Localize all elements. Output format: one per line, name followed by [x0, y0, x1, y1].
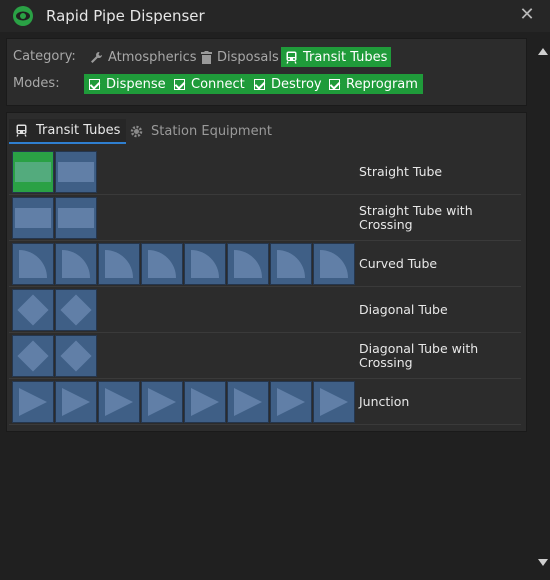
checkbox-icon [174, 78, 185, 90]
modes-label: Modes: [13, 76, 60, 91]
tube-preview[interactable] [270, 381, 312, 423]
checkbox-icon [254, 78, 265, 90]
category-disposals[interactable]: Disposals [197, 47, 283, 67]
category-item-label: Transit Tubes [303, 49, 388, 65]
category-label: Category: [13, 49, 76, 64]
preview-thumbnails [12, 335, 98, 377]
mode-destroy-checkbox[interactable]: Destroy [249, 74, 327, 94]
tube-preview[interactable] [98, 243, 140, 285]
tube-preview[interactable] [12, 243, 54, 285]
scrollbar[interactable] [536, 44, 550, 572]
mode-label: Connect [191, 76, 245, 92]
category-item-label: Disposals [217, 49, 279, 65]
item-label: Diagonal Tube with Crossing [359, 341, 479, 370]
trash-icon [201, 50, 212, 64]
tube-preview[interactable] [12, 197, 54, 239]
mode-connect-checkbox[interactable]: Connect [169, 74, 250, 94]
mode-reprogram-checkbox[interactable]: Reprogram [324, 74, 423, 94]
tube-preview[interactable] [98, 381, 140, 423]
eye-icon [12, 5, 34, 27]
item-straight-tube-crossing[interactable]: Straight Tube with Crossing [9, 195, 521, 241]
category-atmospherics[interactable]: Atmospherics [86, 47, 201, 67]
options-panel: Category: Atmospherics Disposals Transit… [6, 38, 527, 106]
preview-thumbnails [12, 151, 98, 193]
tab-label: Station Equipment [151, 124, 272, 139]
items-panel: Transit Tubes Station Equipment Straight… [6, 112, 527, 432]
item-diagonal-tube-crossing[interactable]: Diagonal Tube with Crossing [9, 333, 521, 379]
mode-label: Reprogram [346, 76, 418, 92]
tube-preview[interactable] [227, 243, 269, 285]
item-diagonal-tube[interactable]: Diagonal Tube [9, 287, 521, 333]
category-transit-tubes[interactable]: Transit Tubes [281, 47, 392, 67]
tube-preview[interactable] [270, 243, 312, 285]
checkbox-icon [329, 78, 340, 90]
category-item-label: Atmospherics [108, 49, 197, 65]
scroll-up-icon[interactable] [538, 48, 548, 55]
tube-preview[interactable] [184, 243, 226, 285]
item-label: Diagonal Tube [359, 302, 448, 317]
tube-preview[interactable] [12, 151, 54, 193]
scroll-down-icon[interactable] [538, 559, 548, 566]
tube-preview[interactable] [55, 197, 97, 239]
tube-preview[interactable] [184, 381, 226, 423]
gear-icon [130, 125, 143, 138]
title-bar: Rapid Pipe Dispenser ✕ [0, 0, 550, 32]
tube-preview[interactable] [55, 381, 97, 423]
wrench-icon [90, 51, 103, 64]
mode-label: Destroy [271, 76, 322, 92]
tab-transit-tubes[interactable]: Transit Tubes [9, 119, 127, 144]
mode-label: Dispense [106, 76, 166, 92]
checkbox-icon [89, 78, 100, 90]
tube-preview[interactable] [313, 381, 355, 423]
tube-preview[interactable] [55, 335, 97, 377]
tube-preview[interactable] [12, 289, 54, 331]
preview-thumbnails [12, 243, 356, 285]
window-title: Rapid Pipe Dispenser [46, 7, 205, 25]
item-label: Straight Tube [359, 164, 443, 179]
preview-thumbnails [12, 289, 98, 331]
tab-station-equipment[interactable]: Station Equipment [124, 119, 278, 144]
tube-preview[interactable] [227, 381, 269, 423]
item-junction[interactable]: Junction [9, 379, 521, 425]
tube-preview[interactable] [313, 243, 355, 285]
mode-dispense-checkbox[interactable]: Dispense [84, 74, 171, 94]
item-label: Curved Tube [359, 256, 438, 271]
item-curved-tube[interactable]: Curved Tube [9, 241, 521, 287]
item-straight-tube[interactable]: Straight Tube [9, 149, 521, 195]
tube-preview[interactable] [141, 381, 183, 423]
close-icon[interactable]: ✕ [518, 6, 536, 24]
tram-icon [15, 124, 28, 137]
tube-preview[interactable] [141, 243, 183, 285]
tube-preview[interactable] [55, 289, 97, 331]
preview-thumbnails [12, 381, 356, 423]
preview-thumbnails [12, 197, 98, 239]
tube-preview[interactable] [12, 335, 54, 377]
tube-preview[interactable] [55, 243, 97, 285]
tube-preview[interactable] [12, 381, 54, 423]
tab-label: Transit Tubes [36, 123, 121, 138]
tram-icon [285, 51, 298, 64]
tube-preview[interactable] [55, 151, 97, 193]
item-label: Junction [359, 394, 410, 409]
item-label: Straight Tube with Crossing [359, 203, 473, 232]
